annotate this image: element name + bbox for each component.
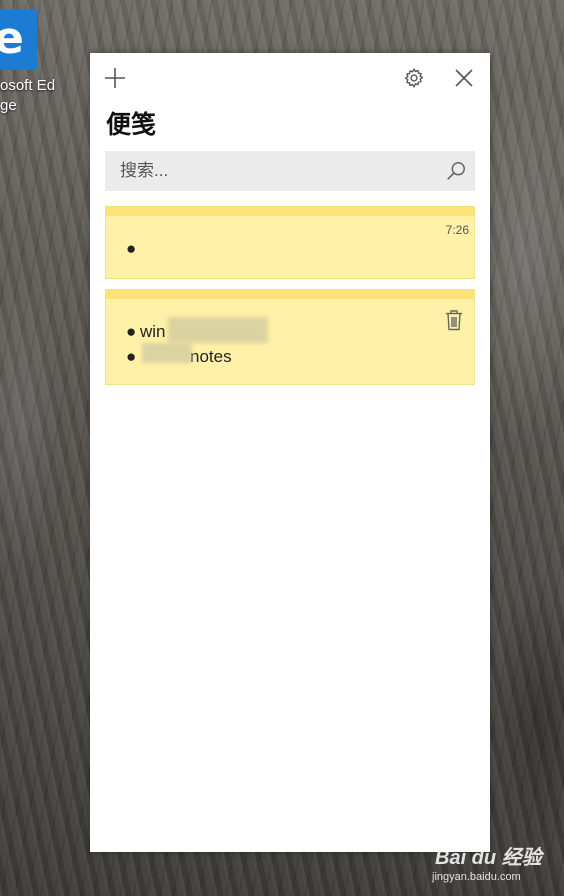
watermark-url-text: jingyan.baidu.com: [432, 871, 521, 883]
edge-desktop-shortcut[interactable]: e osoft Ed ge: [0, 10, 60, 120]
edge-icon: e: [0, 10, 37, 70]
note-card[interactable]: ● win ● notes: [105, 289, 475, 385]
edge-label-line2: ge: [0, 97, 17, 114]
redaction-blur: [168, 317, 268, 343]
close-icon: [455, 69, 473, 87]
close-button[interactable]: [450, 64, 478, 92]
search-box: [105, 151, 475, 191]
bullet-icon: ●: [126, 322, 137, 341]
note-bullet-item: ●: [126, 236, 140, 261]
search-icon[interactable]: [445, 160, 467, 182]
settings-button[interactable]: [400, 64, 428, 92]
watermark-main-text: Bai du 经验: [435, 847, 542, 869]
gear-icon: [404, 68, 424, 89]
note-bullet-text: win: [140, 322, 166, 341]
desktop-background: e osoft Ed ge 便笺 搜索... 7:26 ● ● win ● no…: [0, 0, 564, 896]
note-header-bar: [106, 290, 474, 299]
note-header-bar: [106, 207, 474, 216]
new-note-button[interactable]: [101, 64, 129, 92]
sticky-notes-window: 便笺 7:26 ● ●win ●notes: [90, 53, 490, 852]
redaction-blur: [142, 343, 192, 363]
plus-icon: [105, 68, 125, 88]
note-bullet-list: ●: [126, 236, 140, 261]
baidu-watermark: Bai du 经验 jingyan.baidu.com: [410, 835, 560, 893]
edge-shortcut-label: osoft Ed ge: [0, 76, 60, 116]
note-bullet-text: notes: [190, 347, 232, 366]
note-card[interactable]: 7:26 ●: [105, 206, 475, 279]
note-timestamp: 7:26: [445, 223, 469, 237]
bullet-icon: ●: [126, 239, 137, 258]
edge-label-line1: osoft Ed: [0, 77, 56, 94]
bullet-icon: ●: [126, 347, 137, 366]
search-input[interactable]: [105, 151, 435, 191]
page-title: 便笺: [106, 110, 157, 139]
trash-icon[interactable]: [444, 309, 464, 331]
